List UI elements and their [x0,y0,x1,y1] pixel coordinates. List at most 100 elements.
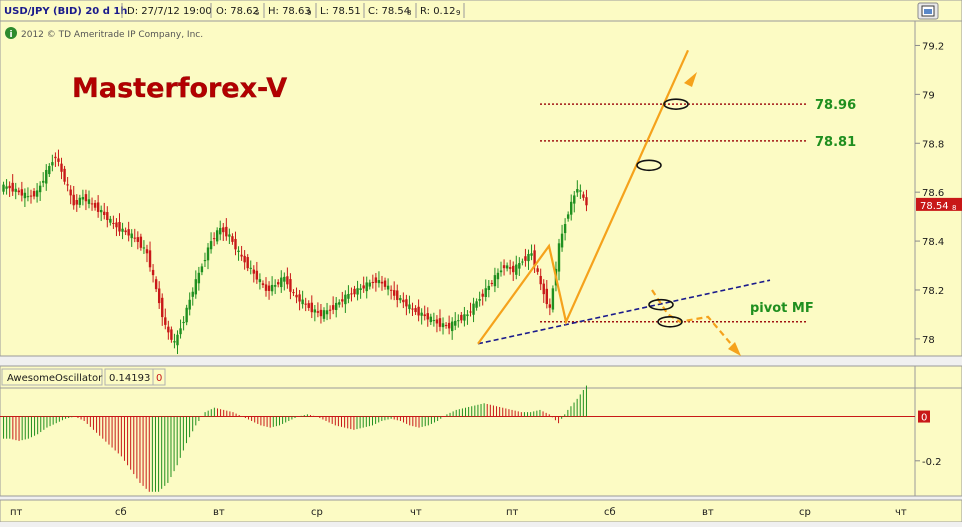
candle-body [243,255,246,263]
candle-body [551,288,555,310]
level-label: 78.96 [815,98,856,113]
oscillator-axis[interactable] [914,387,962,497]
candle-body [389,289,393,291]
candle-body [493,275,497,287]
candle-body [283,276,286,282]
candle-body [521,261,524,263]
candle-body [316,311,320,313]
candle-body [368,282,371,287]
candle-body [570,201,573,215]
candle-body [66,184,69,186]
maximize-icon [921,5,935,17]
candle-body [545,288,548,305]
open-sub: 5 [255,9,259,17]
candle-body [313,309,317,313]
candle-body [78,197,82,205]
candle-body [145,249,149,254]
candle-body [96,202,100,212]
candle-body [115,222,118,228]
candle-body [234,238,237,250]
candle-body [164,317,167,325]
oscillator-tick-label: -0.2 [922,457,942,468]
time-axis[interactable] [0,499,962,523]
candle-body [472,303,475,315]
candle-body [90,203,94,205]
candle-body [557,243,561,272]
time-tick-label: пт [506,507,519,518]
candle-body [328,309,332,311]
candle-body [444,325,448,327]
candle-body [14,188,17,192]
candle-body [2,184,5,192]
candle-body [438,318,442,327]
candle-body [402,299,405,303]
candle-body [130,233,133,239]
candle-body [51,162,54,166]
candle-body [460,314,463,321]
chart-window: USD/JPY (BID) 20 d 1h D: 27/7/12 19:00 O… [0,0,962,523]
candle-body [176,334,179,346]
candle-body [396,290,399,300]
oscillator-zero: 0 [156,373,162,384]
candle-body [225,226,228,237]
candle-body [112,222,115,224]
candle-body [185,307,188,323]
candle-body [298,294,301,302]
candle-body [423,314,426,317]
chart-canvas[interactable]: USD/JPY (BID) 20 d 1h D: 27/7/12 19:00 O… [0,0,962,523]
candle-body [319,309,323,317]
candle-body [173,341,176,343]
candle-body [392,290,396,296]
candle-body [142,247,146,249]
candle-body [20,189,24,196]
candle-body [475,301,478,308]
candle-body [231,236,234,242]
maximize-button[interactable] [917,2,939,20]
candle-body [8,185,11,189]
candle-body [203,260,207,262]
candle-body [69,189,72,196]
candle-body [179,328,182,335]
candle-body [536,268,539,272]
high-label: H: 78.63 [268,6,311,17]
candle-body [280,277,283,288]
candle-body [87,199,91,204]
oscillator-tick-label: 0 [921,413,927,424]
candle-body [60,163,63,172]
candle-body [23,192,27,199]
candle-body [527,253,530,262]
candle-body [93,202,97,208]
candle-body [359,288,362,290]
candle-body [518,263,521,269]
candle-body [222,227,225,233]
price-tick-label: 78.4 [922,237,944,248]
candle-body [353,288,356,295]
candle-body [29,195,33,197]
candle-body [322,310,326,319]
candle-body [35,190,39,197]
candle-body [249,267,252,269]
candle-body [530,253,533,256]
candle-body [304,303,307,305]
candle-body [585,197,588,206]
candle-body [261,283,265,286]
candle-body [478,299,481,301]
oscillator-name: AwesomeOscillator [7,373,103,384]
candle-body [417,306,420,316]
candle-body [273,285,277,287]
candle-body [136,237,140,242]
candle-body [365,282,368,292]
oscillator-value: 0.14193 [109,373,150,384]
candle-body [579,190,582,192]
date-label: D: 27/7/12 19:00 [127,6,212,17]
candle-body [182,321,185,324]
candle-body [295,294,298,298]
candle-body [426,313,429,320]
candle-body [573,195,576,204]
candle-body [133,237,136,239]
candle-body [582,194,585,198]
candle-body [420,312,423,316]
last-price-value: 78.54 [920,201,949,212]
candle-body [42,180,45,183]
candle-body [487,285,491,290]
